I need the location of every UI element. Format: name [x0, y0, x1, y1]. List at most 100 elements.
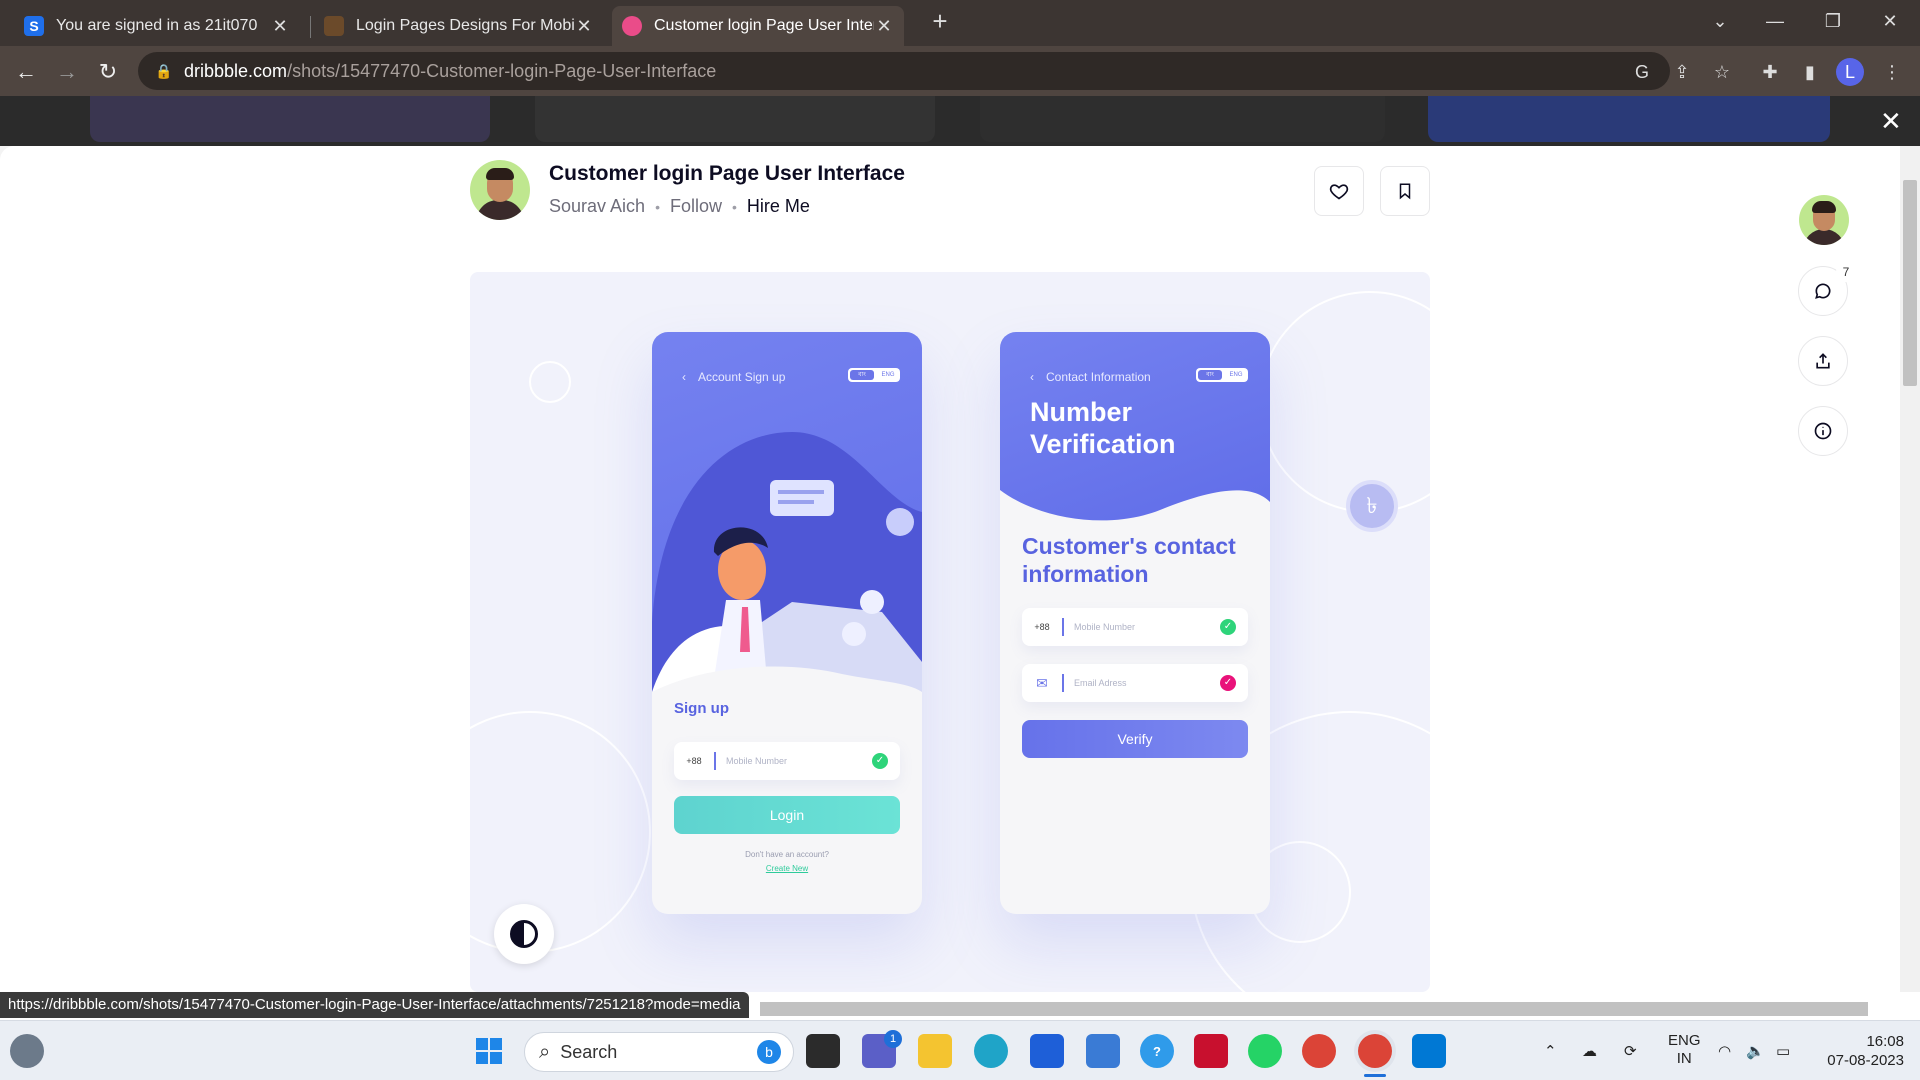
save-button[interactable] [1380, 166, 1430, 216]
chevron-left-icon: ‹ [682, 370, 686, 384]
toggle-bangla: বাং [1198, 370, 1222, 380]
file-explorer-icon[interactable] [918, 1034, 952, 1068]
shot-title: Customer login Page User Interface [549, 162, 905, 185]
vscode-icon[interactable] [1412, 1034, 1446, 1068]
signup-heading: Sign up [674, 700, 729, 717]
shot-thumbnail[interactable] [1428, 96, 1830, 142]
author-avatar[interactable] [470, 160, 530, 220]
hero-title: Number Verification [1030, 396, 1176, 460]
upload-share-icon [1816, 353, 1830, 369]
details-button[interactable] [1798, 406, 1848, 456]
bookmark-star-icon[interactable]: ☆ [1708, 58, 1736, 86]
contact-subheading: Customer's contact information [1022, 532, 1236, 588]
hire-me-link[interactable]: Hire Me [747, 196, 810, 217]
shot-image[interactable]: ‹ Account Sign up বাং ENG Sign up +88 Mo… [470, 272, 1430, 992]
close-icon[interactable]: ✕ [270, 16, 290, 37]
subheading-line1: Customer's contact [1022, 533, 1236, 559]
no-account-text: Don't have an account? [745, 850, 829, 859]
horizontal-scrollbar[interactable] [760, 1002, 1868, 1016]
google-icon[interactable]: G [1628, 58, 1656, 86]
rail-author-avatar[interactable] [1799, 195, 1849, 245]
close-modal-icon[interactable]: ✕ [1880, 106, 1902, 137]
battery-icon[interactable]: ▭ [1776, 1042, 1790, 1060]
restore-icon[interactable]: ❐ [1813, 8, 1853, 34]
tab-title: Customer login Page User Interfa [654, 17, 874, 34]
extensions-icon[interactable]: ✚ [1756, 58, 1784, 86]
edge-icon[interactable] [974, 1034, 1008, 1068]
email-placeholder: Email Adress [1074, 678, 1127, 688]
address-bar[interactable]: 🔒 dribbble.com/shots/15477470-Customer-l… [138, 52, 1670, 90]
taka-coin-icon: ৳ [1346, 480, 1398, 532]
store-icon[interactable] [1030, 1034, 1064, 1068]
vertical-scroll-thumb[interactable] [1903, 180, 1917, 386]
share-icon[interactable]: ⇪ [1668, 58, 1696, 86]
share-button[interactable] [1798, 336, 1848, 386]
new-tab-icon[interactable]: + [920, 8, 960, 34]
background-shots-strip [0, 96, 1920, 146]
side-panel-icon[interactable]: ▮ [1796, 58, 1824, 86]
check-icon: ✓ [1220, 675, 1236, 691]
lock-icon[interactable]: 🔒 [144, 63, 184, 80]
s-logo-icon: S [24, 16, 44, 36]
bookmark-icon [1399, 183, 1411, 200]
follow-link[interactable]: Follow [670, 196, 722, 217]
sync-icon[interactable]: ⟳ [1624, 1042, 1637, 1060]
hero-title-line2: Verification [1030, 429, 1176, 459]
author-name[interactable]: Sourav Aich [549, 196, 645, 217]
hero-title-line1: Number [1030, 397, 1133, 427]
help-icon[interactable]: ? [1140, 1034, 1174, 1068]
comment-count-badge: 7 [1836, 262, 1856, 282]
toggle-bangla: বাং [850, 370, 874, 380]
contrast-toggle-button[interactable] [494, 904, 554, 964]
back-icon[interactable]: ← [12, 58, 40, 86]
language-indicator[interactable]: ENG IN [1668, 1032, 1701, 1068]
mobile-number-field: +88 Mobile Number ✓ [674, 742, 900, 780]
clock[interactable]: 16:08 07-08-2023 [1816, 1032, 1904, 1070]
chrome-icon[interactable] [1302, 1034, 1336, 1068]
phone-nav: ‹ Account Sign up [682, 370, 785, 384]
shot-thumbnail[interactable] [90, 96, 490, 142]
chevron-up-icon[interactable]: ⌃ [1544, 1042, 1557, 1060]
reload-icon[interactable]: ↻ [94, 58, 122, 86]
search-label: Search [560, 1041, 618, 1062]
mcafee-icon[interactable] [1194, 1034, 1228, 1068]
forward-icon[interactable]: → [53, 58, 81, 86]
task-view-icon[interactable] [806, 1034, 840, 1068]
mobile-number-field: +88 Mobile Number ✓ [1022, 608, 1248, 646]
notification-badge: 1 [884, 1030, 902, 1048]
taskbar-search[interactable]: ⌕ Search b [524, 1032, 794, 1072]
shot-thumbnail[interactable] [535, 96, 935, 142]
toggle-english: ENG [881, 372, 895, 378]
create-new-link: Create New [765, 864, 809, 873]
volume-icon[interactable]: 🔈 [1746, 1042, 1765, 1060]
like-button[interactable] [1314, 166, 1364, 216]
close-icon[interactable]: ✕ [874, 16, 894, 37]
wifi-icon[interactable]: ◠ [1718, 1042, 1731, 1060]
page-favicon-icon [324, 16, 344, 36]
weather-icon[interactable] [10, 1034, 44, 1068]
minimize-icon[interactable]: — [1755, 8, 1795, 34]
cloud-icon[interactable]: ☁ [1582, 1042, 1597, 1060]
login-button-mock: Login [674, 796, 900, 834]
chrome-profile-icon[interactable] [1358, 1034, 1392, 1068]
profile-avatar[interactable]: L [1836, 58, 1864, 86]
start-button[interactable] [472, 1034, 506, 1068]
whatsapp-icon[interactable] [1248, 1034, 1282, 1068]
tab-customer-login[interactable]: Customer login Page User Interfa ✕ [612, 6, 904, 46]
info-icon [1814, 422, 1832, 440]
tab-title: You are signed in as 21it070 [56, 17, 258, 34]
shot-thumbnail[interactable] [980, 96, 1385, 142]
link-status-bar: https://dribbble.com/shots/15477470-Cust… [0, 992, 749, 1018]
tab-login-pages[interactable]: Login Pages Designs For Mobile / ✕ [314, 6, 604, 46]
contrast-icon [510, 920, 538, 948]
tab-signed-in[interactable]: S You are signed in as 21it070 ✕ [14, 6, 300, 46]
tab-search-chevron-icon[interactable]: ⌄ [1700, 8, 1740, 34]
phone-nav-title: Contact Information [1046, 370, 1151, 384]
subheading-line2: information [1022, 561, 1149, 587]
menu-kebab-icon[interactable]: ⋮ [1878, 58, 1906, 86]
close-icon[interactable]: ✕ [574, 16, 594, 37]
myhp-icon[interactable] [1086, 1034, 1120, 1068]
language-toggle: বাং ENG [848, 368, 900, 382]
close-window-icon[interactable]: ✕ [1870, 8, 1910, 34]
windows-logo-icon [476, 1038, 502, 1064]
